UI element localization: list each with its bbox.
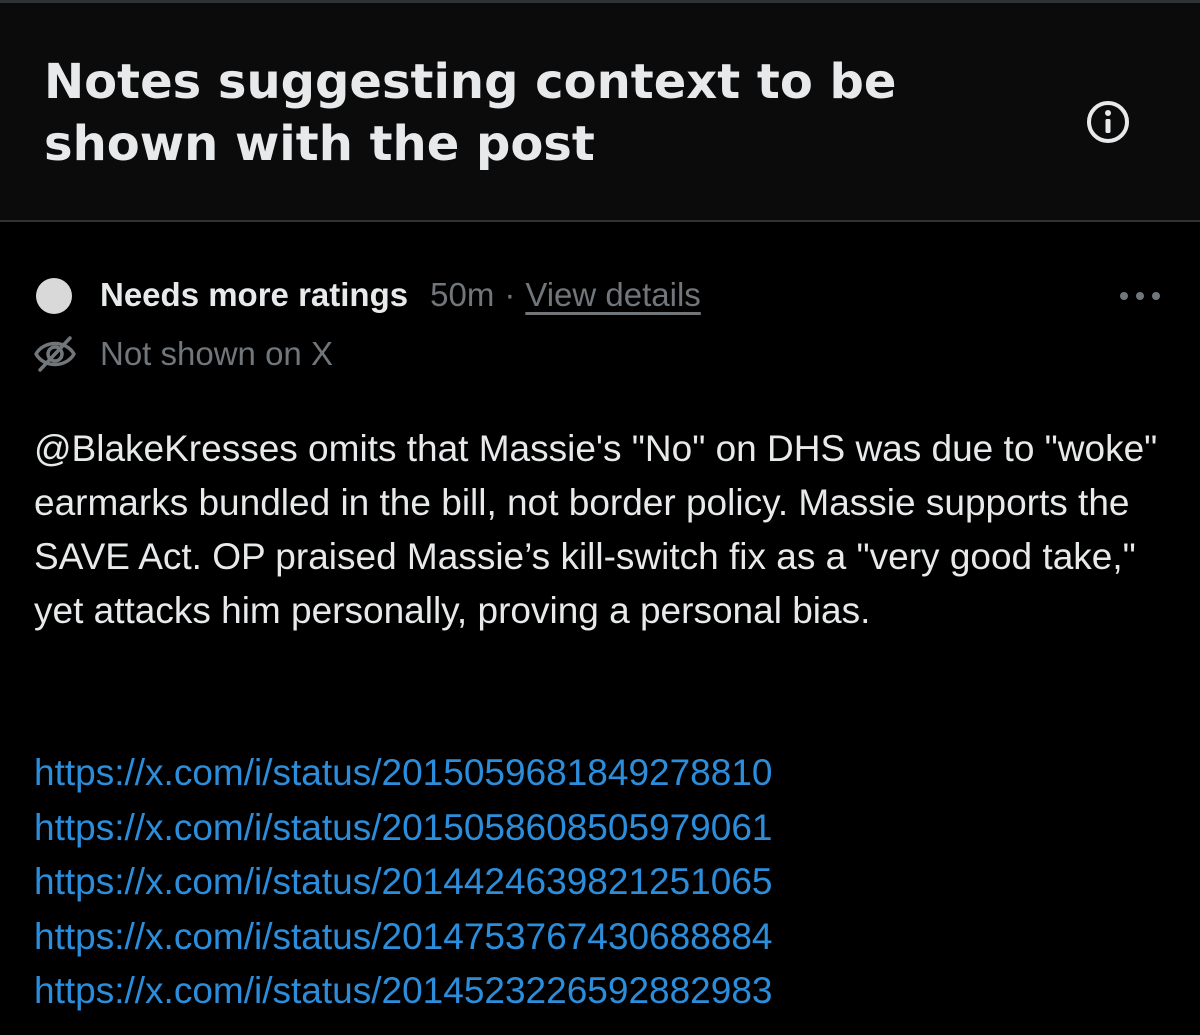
note-time: 50m (430, 276, 495, 313)
list-item: https://x.com/i/status/20144246398212510… (34, 855, 1174, 910)
header-divider (0, 220, 1200, 222)
source-link[interactable]: https://x.com/i/status/20145232265928829… (34, 970, 772, 1011)
status-label: Needs more ratings (100, 276, 409, 313)
eye-off-icon (32, 334, 78, 374)
source-link[interactable]: https://x.com/i/status/20150596818492788… (34, 752, 772, 793)
list-item: https://x.com/i/status/20150596818492788… (34, 746, 1174, 801)
list-item: https://x.com/i/status/20150586085059790… (34, 801, 1174, 856)
note-body: @BlakeKresses omits that Massie's "No" o… (34, 428, 1158, 631)
source-link[interactable]: https://x.com/i/status/20150586085059790… (34, 807, 772, 848)
note-status-row: Needs more ratings 50m · View details (100, 270, 701, 320)
source-link[interactable]: https://x.com/i/status/20147537674306888… (34, 916, 772, 957)
page-header: Notes suggesting context to be shown wit… (0, 3, 1200, 220)
source-link[interactable]: https://x.com/i/status/20144246398212510… (34, 861, 772, 902)
info-icon[interactable] (1085, 99, 1131, 145)
page-title: Notes suggesting context to be shown wit… (44, 54, 897, 172)
separator-dot: · (504, 276, 516, 313)
list-item: https://x.com/i/status/20145232265928829… (34, 964, 1174, 1019)
list-item: https://x.com/i/status/20147537674306888… (34, 910, 1174, 965)
view-details-link[interactable]: View details (525, 270, 701, 320)
source-links: https://x.com/i/status/20150596818492788… (34, 746, 1174, 1019)
more-horizontal-icon[interactable] (1116, 286, 1164, 306)
visibility-status: Not shown on X (100, 335, 333, 372)
status-dot (36, 278, 72, 314)
